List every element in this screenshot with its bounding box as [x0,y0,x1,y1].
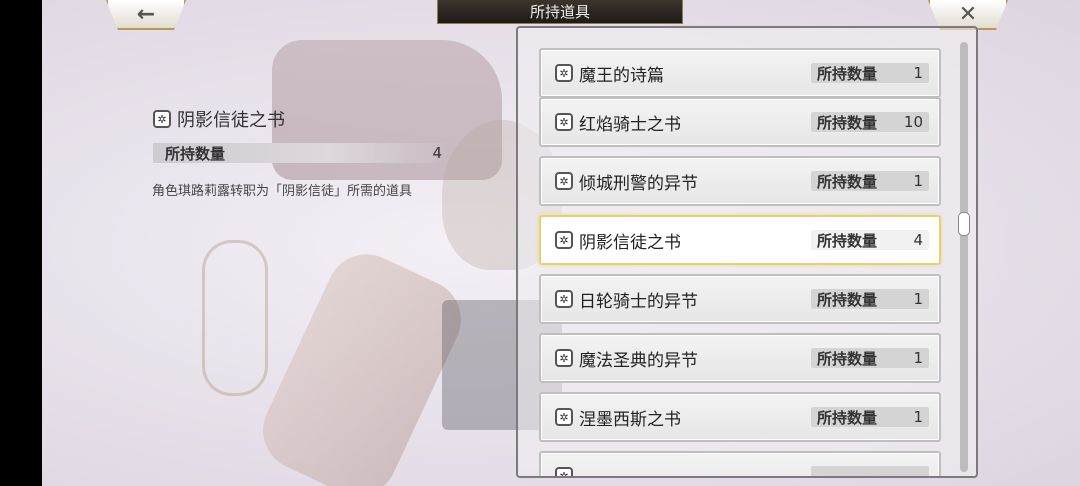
item-name-wrap: ✲ 涅墨西斯之书 [555,394,681,440]
detail-count-bar: 所持数量 4 [153,143,450,163]
item-count-badge: 所持数量 1 [811,348,929,368]
item-row[interactable]: ✲ 日轮骑士的异节 所持数量 1 [539,274,941,324]
item-count-label: 所持数量 [817,64,878,83]
item-row-partial[interactable]: ✲ [539,451,941,476]
item-count-value: 1 [913,290,923,308]
page-title: 所持道具 [437,0,683,24]
book-icon: ✲ [555,64,573,82]
item-name: 日轮骑士的异节 [579,291,698,312]
item-name-wrap: ✲ 魔法圣典的异节 [555,335,698,381]
item-count-value: 10 [903,113,923,131]
scrollbar-track[interactable] [958,42,970,472]
item-count-value: 1 [913,349,923,367]
item-count-badge: 所持数量 10 [811,112,929,132]
scrollbar-thumb[interactable] [958,212,970,236]
detail-count-label: 所持数量 [165,144,226,163]
item-row[interactable]: ✲ 魔王的诗篇 所持数量 1 [539,48,941,98]
item-count-label: 所持数量 [817,231,878,250]
item-name: 魔王的诗篇 [579,65,664,86]
item-count-label: 所持数量 [817,113,878,132]
item-name-wrap: ✲ 日轮骑士的异节 [555,276,698,322]
book-icon: ✲ [555,349,573,367]
item-name: 阴影信徒之书 [579,232,681,253]
decorative-hourglass-image [202,240,268,396]
detail-count-value: 4 [432,144,442,162]
item-row[interactable]: ✲ 红焰骑士之书 所持数量 10 [539,97,941,147]
item-count-value: 1 [913,64,923,82]
detail-item-title: ✲ 阴影信徒之书 [153,106,285,132]
item-name: 魔法圣典的异节 [579,350,698,371]
item-count-label: 所持数量 [817,408,878,427]
item-count-badge: 所持数量 4 [811,230,929,250]
item-count-value: 1 [913,172,923,190]
item-name: 涅墨西斯之书 [579,409,681,430]
item-count-value: 1 [913,408,923,426]
item-list-panel: ✲ 魔王的诗篇 所持数量 1 ✲ 红焰骑士之书 所持数量 10 ✲ 倾城刑警的异… [516,26,978,478]
back-button[interactable]: ← [106,0,186,30]
close-icon: ✕ [958,1,978,27]
item-count-value: 4 [913,231,923,249]
item-row[interactable]: ✲ 魔法圣典的异节 所持数量 1 [539,333,941,383]
item-count-badge: 所持数量 1 [811,289,929,309]
item-count-badge: 所持数量 1 [811,63,929,83]
book-icon: ✲ [555,467,573,476]
item-count-badge: 所持数量 1 [811,171,929,191]
item-row-selected[interactable]: ✲ 阴影信徒之书 所持数量 4 [539,215,941,265]
item-count-label: 所持数量 [817,290,878,309]
decorative-scroll-image [249,241,475,486]
item-name-wrap: ✲ 倾城刑警的异节 [555,158,698,204]
item-name: 红焰骑士之书 [579,114,681,135]
item-count-badge: 所持数量 1 [811,407,929,427]
item-name-wrap: ✲ [555,453,579,476]
book-icon: ✲ [555,231,573,249]
item-count-label: 所持数量 [817,349,878,368]
item-name-wrap: ✲ 魔王的诗篇 [555,50,664,96]
item-row[interactable]: ✲ 倾城刑警的异节 所持数量 1 [539,156,941,206]
back-arrow-icon: ← [136,1,156,27]
item-name: 倾城刑警的异节 [579,173,698,194]
item-name-wrap: ✲ 红焰骑士之书 [555,99,681,145]
item-count-badge [811,466,929,476]
book-icon: ✲ [153,110,171,128]
book-icon: ✲ [555,290,573,308]
item-name-wrap: ✲ 阴影信徒之书 [555,217,681,263]
item-count-label: 所持数量 [817,172,878,191]
detail-item-name: 阴影信徒之书 [177,110,285,131]
book-icon: ✲ [555,172,573,190]
item-row[interactable]: ✲ 涅墨西斯之书 所持数量 1 [539,392,941,442]
book-icon: ✲ [555,113,573,131]
detail-description: 角色琪路莉露转职为「阴影信徒」所需的道具 [152,184,413,199]
book-icon: ✲ [555,408,573,426]
